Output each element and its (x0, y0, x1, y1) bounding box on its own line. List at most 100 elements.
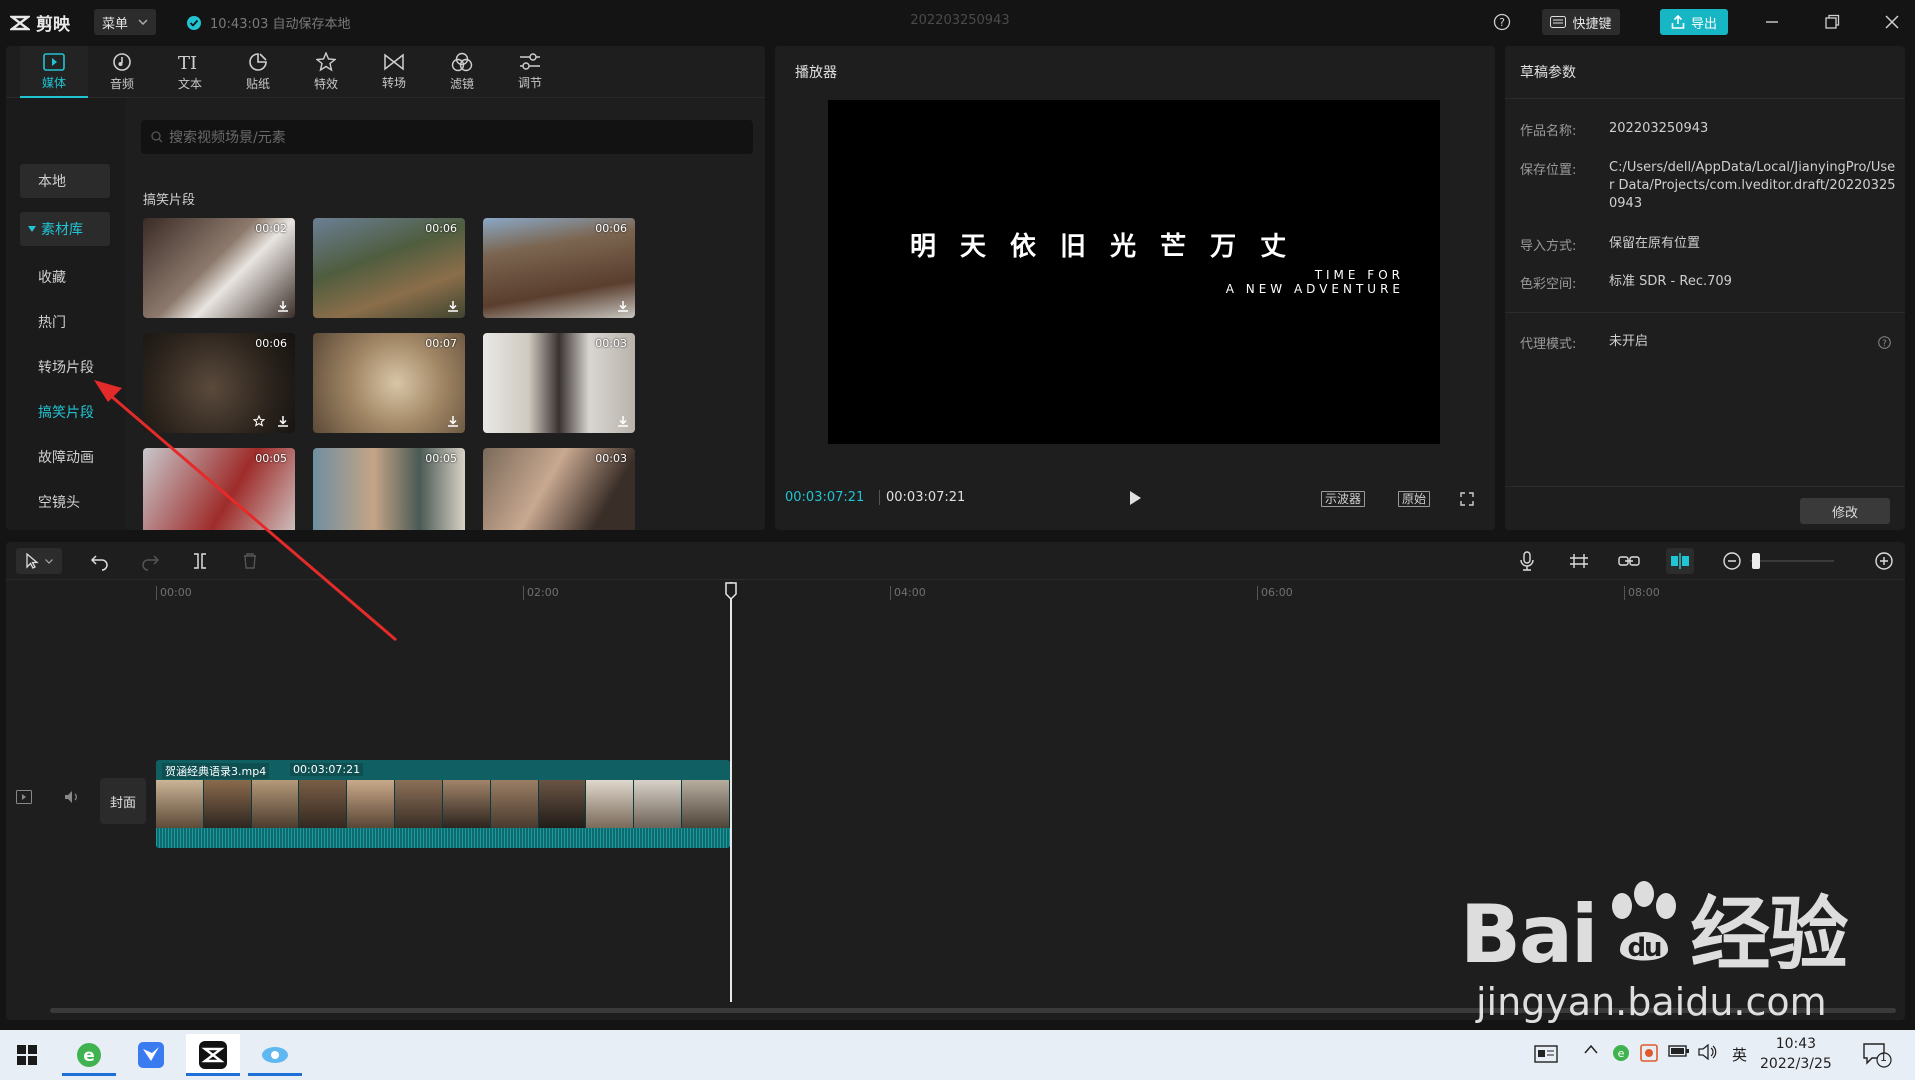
clip-thumbnail[interactable]: 00:07 (313, 333, 465, 433)
ratio-button[interactable]: 原始 (1398, 491, 1431, 507)
undo-icon[interactable] (90, 551, 110, 571)
help-icon[interactable]: ? (1493, 13, 1511, 31)
news-icon[interactable] (1534, 1044, 1558, 1064)
link-icon[interactable] (1618, 551, 1640, 571)
clip-thumbnail[interactable]: 00:06 (313, 218, 465, 318)
timeline-toolbar (6, 542, 1905, 580)
split-icon[interactable] (190, 551, 210, 571)
tab-audio[interactable]: 音频 (88, 46, 156, 98)
headline-char: 光 (1110, 232, 1137, 262)
microphone-icon[interactable] (1518, 551, 1536, 571)
play-icon[interactable] (1128, 490, 1142, 506)
taskbar-screenshot[interactable] (248, 1034, 302, 1076)
clip-frame (395, 780, 443, 828)
clip-thumbnail[interactable]: 00:06 (483, 218, 635, 318)
volume-icon[interactable] (64, 790, 80, 804)
clip-frame (203, 780, 252, 828)
taskbar-browser[interactable]: e (62, 1034, 116, 1076)
clip-frames (156, 780, 730, 828)
sidebar-item-favorites[interactable]: 收藏 (20, 260, 110, 294)
ime-indicator[interactable]: 英 (1732, 1044, 1747, 1065)
sidebar-item-library[interactable]: 素材库 (20, 212, 110, 246)
download-icon[interactable] (447, 300, 459, 312)
clip-name: 贺涵经典语录3.mp4 (162, 763, 270, 779)
tray-app-icon[interactable] (1640, 1044, 1658, 1062)
shortcut-button[interactable]: 快捷键 (1542, 9, 1620, 35)
sidebar-item-hot[interactable]: 热门 (20, 305, 110, 339)
restore-icon[interactable] (1822, 12, 1842, 32)
ruler-tick: 06:00 (1257, 586, 1293, 600)
tab-text[interactable]: TI 文本 (156, 46, 224, 98)
tab-effects[interactable]: 特效 (292, 46, 360, 98)
sidebar-item-transition-clips[interactable]: 转场片段 (20, 350, 110, 384)
sidebar-item-funny-clips[interactable]: 搞笑片段 (20, 395, 110, 429)
clip-thumbnail[interactable]: 00:03 (483, 448, 635, 530)
download-icon[interactable] (617, 415, 629, 427)
sidebar-item-local[interactable]: 本地 (20, 164, 110, 198)
zoom-slider[interactable] (1750, 560, 1834, 562)
clip-duration: 00:03:07:21 (290, 763, 364, 776)
close-icon[interactable] (1882, 12, 1902, 32)
download-icon[interactable] (277, 415, 289, 427)
info-icon[interactable]: ? (1878, 336, 1891, 349)
tab-label: 文本 (177, 77, 202, 91)
battery-icon[interactable] (1668, 1044, 1690, 1058)
download-icon[interactable] (617, 300, 629, 312)
cover-button[interactable]: 封面 (100, 778, 146, 824)
taskbar-feishu[interactable] (124, 1034, 178, 1076)
clip-thumbnail[interactable]: 00:05 (313, 448, 465, 530)
snap-icon[interactable] (1568, 551, 1590, 571)
playhead[interactable] (730, 582, 732, 1002)
track-video-icon[interactable] (16, 790, 32, 804)
taskbar-capcut[interactable] (186, 1034, 240, 1076)
tray-browser-icon[interactable]: e (1612, 1044, 1630, 1062)
download-icon[interactable] (447, 415, 459, 427)
tab-media[interactable]: 媒体 (20, 46, 88, 98)
taskbar-clock[interactable]: 10:43 2022/3/25 (1760, 1034, 1832, 1074)
tab-sticker[interactable]: 贴纸 (224, 46, 292, 98)
tab-adjust[interactable]: 调节 (496, 46, 564, 98)
modify-button[interactable]: 修改 (1800, 498, 1890, 524)
time-ruler[interactable]: 00:00 02:00 04:00 06:00 08:00 (6, 580, 1905, 608)
sidebar-item-empty-shot[interactable]: 空镜头 (20, 485, 110, 519)
clip-thumbnail[interactable]: 00:02 (143, 218, 295, 318)
name-label: 作品名称: (1520, 124, 1577, 139)
export-button[interactable]: 导出 (1660, 9, 1728, 35)
chevron-up-icon[interactable] (1584, 1044, 1598, 1054)
notification-icon[interactable]: 1 (1862, 1042, 1892, 1068)
thumb-duration: 00:06 (595, 222, 627, 235)
tab-filter[interactable]: 滤镜 (428, 46, 496, 98)
redo-icon[interactable] (140, 551, 160, 571)
tab-label: 媒体 (41, 76, 66, 90)
zoom-out-icon[interactable] (1722, 551, 1742, 571)
zoom-slider-handle[interactable] (1752, 553, 1760, 569)
autosave-text: 10:43:03 自动保存本地 (210, 17, 351, 32)
menu-button[interactable]: 菜单 (94, 9, 156, 35)
clip-thumbnail[interactable]: 00:05 (143, 448, 295, 530)
fullscreen-icon[interactable] (1460, 492, 1474, 506)
start-button[interactable] (0, 1034, 54, 1076)
thumb-duration: 00:05 (425, 452, 457, 465)
autosave-status: 10:43:03 自动保存本地 (186, 13, 351, 32)
select-tool[interactable] (16, 548, 62, 574)
baidu-watermark: Bai du 经验 jingyan.baidu.com (1460, 870, 1848, 1024)
star-icon[interactable] (253, 415, 265, 427)
scope-button[interactable]: 示波器 (1321, 491, 1366, 507)
cursor-icon (25, 553, 39, 569)
search-input[interactable]: 搜索视频场景/元素 (141, 120, 753, 154)
video-clip[interactable]: 贺涵经典语录3.mp4 00:03:07:21 (156, 760, 730, 848)
svg-text:du: du (1628, 933, 1662, 963)
clip-thumbnail[interactable]: 00:06 (143, 333, 295, 433)
notification-count: 1 (1880, 1051, 1887, 1064)
delete-icon[interactable] (240, 551, 260, 571)
playhead-handle[interactable] (724, 582, 738, 600)
preview-screen[interactable]: 明 天 依 旧 光 芒 万 丈 TIME FOR A NEW ADVENTURE (828, 100, 1440, 444)
clip-thumbnail[interactable]: 00:03 (483, 333, 635, 433)
minimize-icon[interactable] (1762, 12, 1782, 32)
download-icon[interactable] (277, 300, 289, 312)
speaker-icon[interactable] (1698, 1044, 1718, 1060)
sidebar-item-glitch[interactable]: 故障动画 (20, 440, 110, 474)
zoom-in-icon[interactable] (1874, 551, 1894, 571)
preview-axis-icon[interactable] (1666, 548, 1694, 574)
tab-transition[interactable]: 转场 (360, 46, 428, 98)
